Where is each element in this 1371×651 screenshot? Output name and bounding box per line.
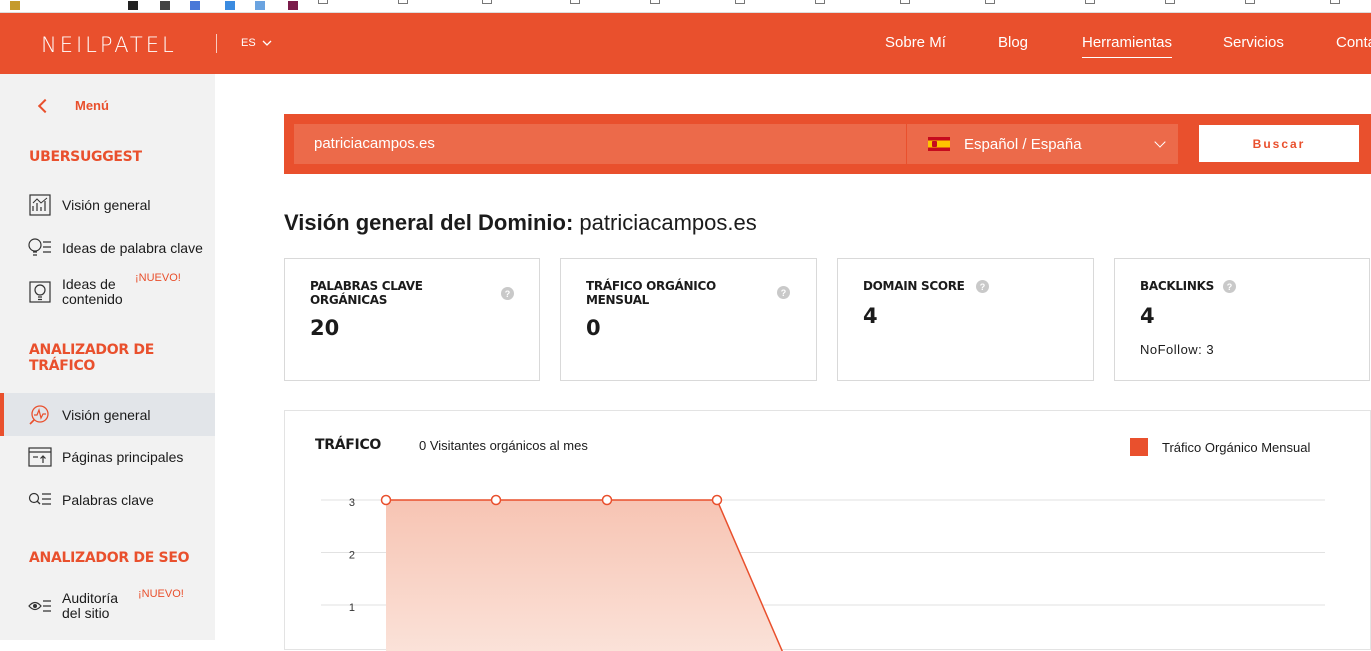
nav-herramientas[interactable]: Herramientas	[1082, 34, 1173, 58]
card-label: BACKLINKS	[1140, 279, 1214, 293]
help-icon[interactable]: ?	[976, 280, 989, 293]
top-navigation: NEILPATEL ES Sobre Mí Blog Herramientas …	[0, 13, 1371, 74]
domain-search-input[interactable]: patriciacampos.es	[294, 124, 906, 164]
nav-servicios[interactable]: Servicios	[1223, 34, 1284, 51]
series-area	[386, 500, 785, 651]
new-badge: ¡NUEVO!	[138, 588, 184, 600]
logo[interactable]: NEILPATEL	[41, 33, 177, 57]
divider	[216, 34, 217, 53]
data-point	[380, 494, 392, 506]
sidebar-item-paginas-principales[interactable]: Páginas principales	[0, 445, 215, 469]
bookmark-folder-icon[interactable]	[482, 0, 492, 4]
bookmark-folder-icon[interactable]	[398, 0, 408, 4]
stat-card-trafico-organico: TRÁFICO ORGÁNICO MENSUAL ? 0	[560, 258, 817, 381]
sidebar-item-label: Páginas principales	[62, 449, 184, 465]
y-tick-label: 3	[349, 497, 355, 509]
chart-frame-icon	[28, 194, 52, 216]
language-select[interactable]: Español / España	[907, 124, 1178, 164]
sidebar-item-label: Visión general	[62, 406, 151, 423]
new-badge: ¡NUEVO!	[135, 272, 181, 284]
card-value: 0	[586, 316, 601, 340]
bookmark-folder-icon[interactable]	[650, 0, 660, 4]
card-label: DOMAIN SCORE	[863, 279, 965, 293]
spain-flag-icon	[928, 137, 950, 151]
sidebar-item-label: Auditoría del sitio	[62, 590, 119, 621]
bookmark-icon[interactable]	[288, 1, 298, 10]
help-icon[interactable]: ?	[777, 286, 790, 299]
chevron-left-icon	[37, 98, 53, 113]
top-pages-icon	[28, 446, 52, 468]
sidebar-item-auditoria-sitio[interactable]: Auditoría del sitio ¡NUEVO!	[0, 588, 215, 623]
bookmark-icon[interactable]	[255, 1, 265, 10]
keyword-list-icon	[28, 489, 52, 511]
bookmark-folder-icon[interactable]	[1165, 0, 1175, 4]
bookmarks-bar	[0, 0, 1371, 13]
sidebar-item-palabras-clave[interactable]: Palabras clave	[0, 488, 215, 512]
bookmark-icon[interactable]	[128, 1, 138, 10]
data-point	[711, 494, 723, 506]
help-icon[interactable]: ?	[501, 287, 514, 300]
section-title-ubersuggest: UBERSUGGEST	[29, 149, 142, 165]
traffic-chart: 3 2 1	[321, 494, 1325, 651]
sidebar-item-label: Visión general	[62, 197, 151, 213]
card-value: 4	[1140, 304, 1155, 328]
nav-sobre-mi[interactable]: Sobre Mí	[885, 34, 946, 51]
stat-card-domain-score: DOMAIN SCORE ? 4	[837, 258, 1094, 381]
stat-card-palabras-clave: PALABRAS CLAVE ORGÁNICAS ? 20	[284, 258, 540, 381]
bookmark-folder-icon[interactable]	[1245, 0, 1255, 4]
sidebar-item-label: Ideas de contenido	[62, 276, 123, 307]
language-select-value: Español / España	[964, 135, 1082, 153]
traffic-chart-panel: TRÁFICO 0 Visitantes orgánicos al mes Tr…	[284, 410, 1371, 651]
keyword-bulb-icon	[28, 237, 52, 259]
data-point	[490, 494, 502, 506]
bookmark-icon[interactable]	[160, 1, 170, 10]
card-value: 4	[863, 304, 878, 328]
bookmark-folder-icon[interactable]	[985, 0, 995, 4]
sidebar-item-label: Palabras clave	[62, 492, 154, 508]
bookmark-icon[interactable]	[190, 1, 200, 10]
content-bulb-icon	[28, 281, 52, 303]
traffic-search-icon	[28, 404, 52, 426]
bookmark-folder-icon[interactable]	[1330, 0, 1340, 4]
chevron-down-icon	[262, 40, 272, 46]
chevron-down-icon	[1154, 136, 1166, 148]
sidebar-item-vision-general[interactable]: Visión general	[0, 193, 215, 217]
menu-label: Menú	[75, 98, 109, 113]
help-icon[interactable]: ?	[1223, 280, 1236, 293]
search-bar: patriciacampos.es Español / España Busca…	[284, 114, 1371, 174]
language-code: ES	[241, 37, 256, 49]
eye-list-icon	[28, 595, 52, 617]
nav-blog[interactable]: Blog	[998, 34, 1028, 51]
bookmark-icon[interactable]	[225, 1, 235, 10]
card-label: PALABRAS CLAVE ORGÁNICAS	[310, 279, 423, 307]
bookmark-folder-icon[interactable]	[1085, 0, 1095, 4]
page-title-domain: patriciacampos.es	[573, 210, 757, 235]
bookmark-folder-icon[interactable]	[570, 0, 580, 4]
data-point	[601, 494, 613, 506]
card-subvalue: NoFollow: 3	[1140, 342, 1215, 357]
card-label: TRÁFICO ORGÁNICO MENSUAL	[586, 279, 716, 307]
search-button[interactable]: Buscar	[1199, 125, 1359, 162]
page-title-prefix: Visión general del Dominio:	[284, 210, 574, 235]
card-value: 20	[310, 316, 340, 340]
section-title-analizador-trafico: ANALIZADOR DE TRÁFICO	[29, 342, 154, 374]
sidebar-item-ideas-palabra-clave[interactable]: Ideas de palabra clave	[0, 236, 215, 260]
section-title-analizador-seo: ANALIZADOR DE SEO	[29, 550, 190, 566]
language-switcher[interactable]: ES	[241, 37, 272, 49]
nav-contacto[interactable]: Conta	[1336, 34, 1371, 51]
page-title: Visión general del Dominio: patriciacamp…	[284, 210, 757, 236]
sidebar-item-label: Ideas de palabra clave	[62, 240, 203, 256]
bookmark-folder-icon[interactable]	[735, 0, 745, 4]
sidebar-item-ideas-contenido[interactable]: Ideas de contenido ¡NUEVO!	[0, 272, 215, 309]
sidebar: Menú UBERSUGGEST Visión general Ideas de…	[0, 74, 215, 640]
sidebar-item-trafico-vision-general[interactable]: Visión general	[0, 393, 215, 436]
stat-card-backlinks: BACKLINKS ? 4 NoFollow: 3	[1114, 258, 1370, 381]
menu-back-button[interactable]: Menú	[37, 98, 109, 113]
bookmark-folder-icon[interactable]	[318, 0, 328, 4]
bookmark-folder-icon[interactable]	[815, 0, 825, 4]
bookmark-folder-icon[interactable]	[900, 0, 910, 4]
y-tick-label: 1	[349, 602, 355, 614]
y-tick-label: 2	[349, 550, 355, 562]
bookmark-icon[interactable]	[10, 1, 20, 10]
